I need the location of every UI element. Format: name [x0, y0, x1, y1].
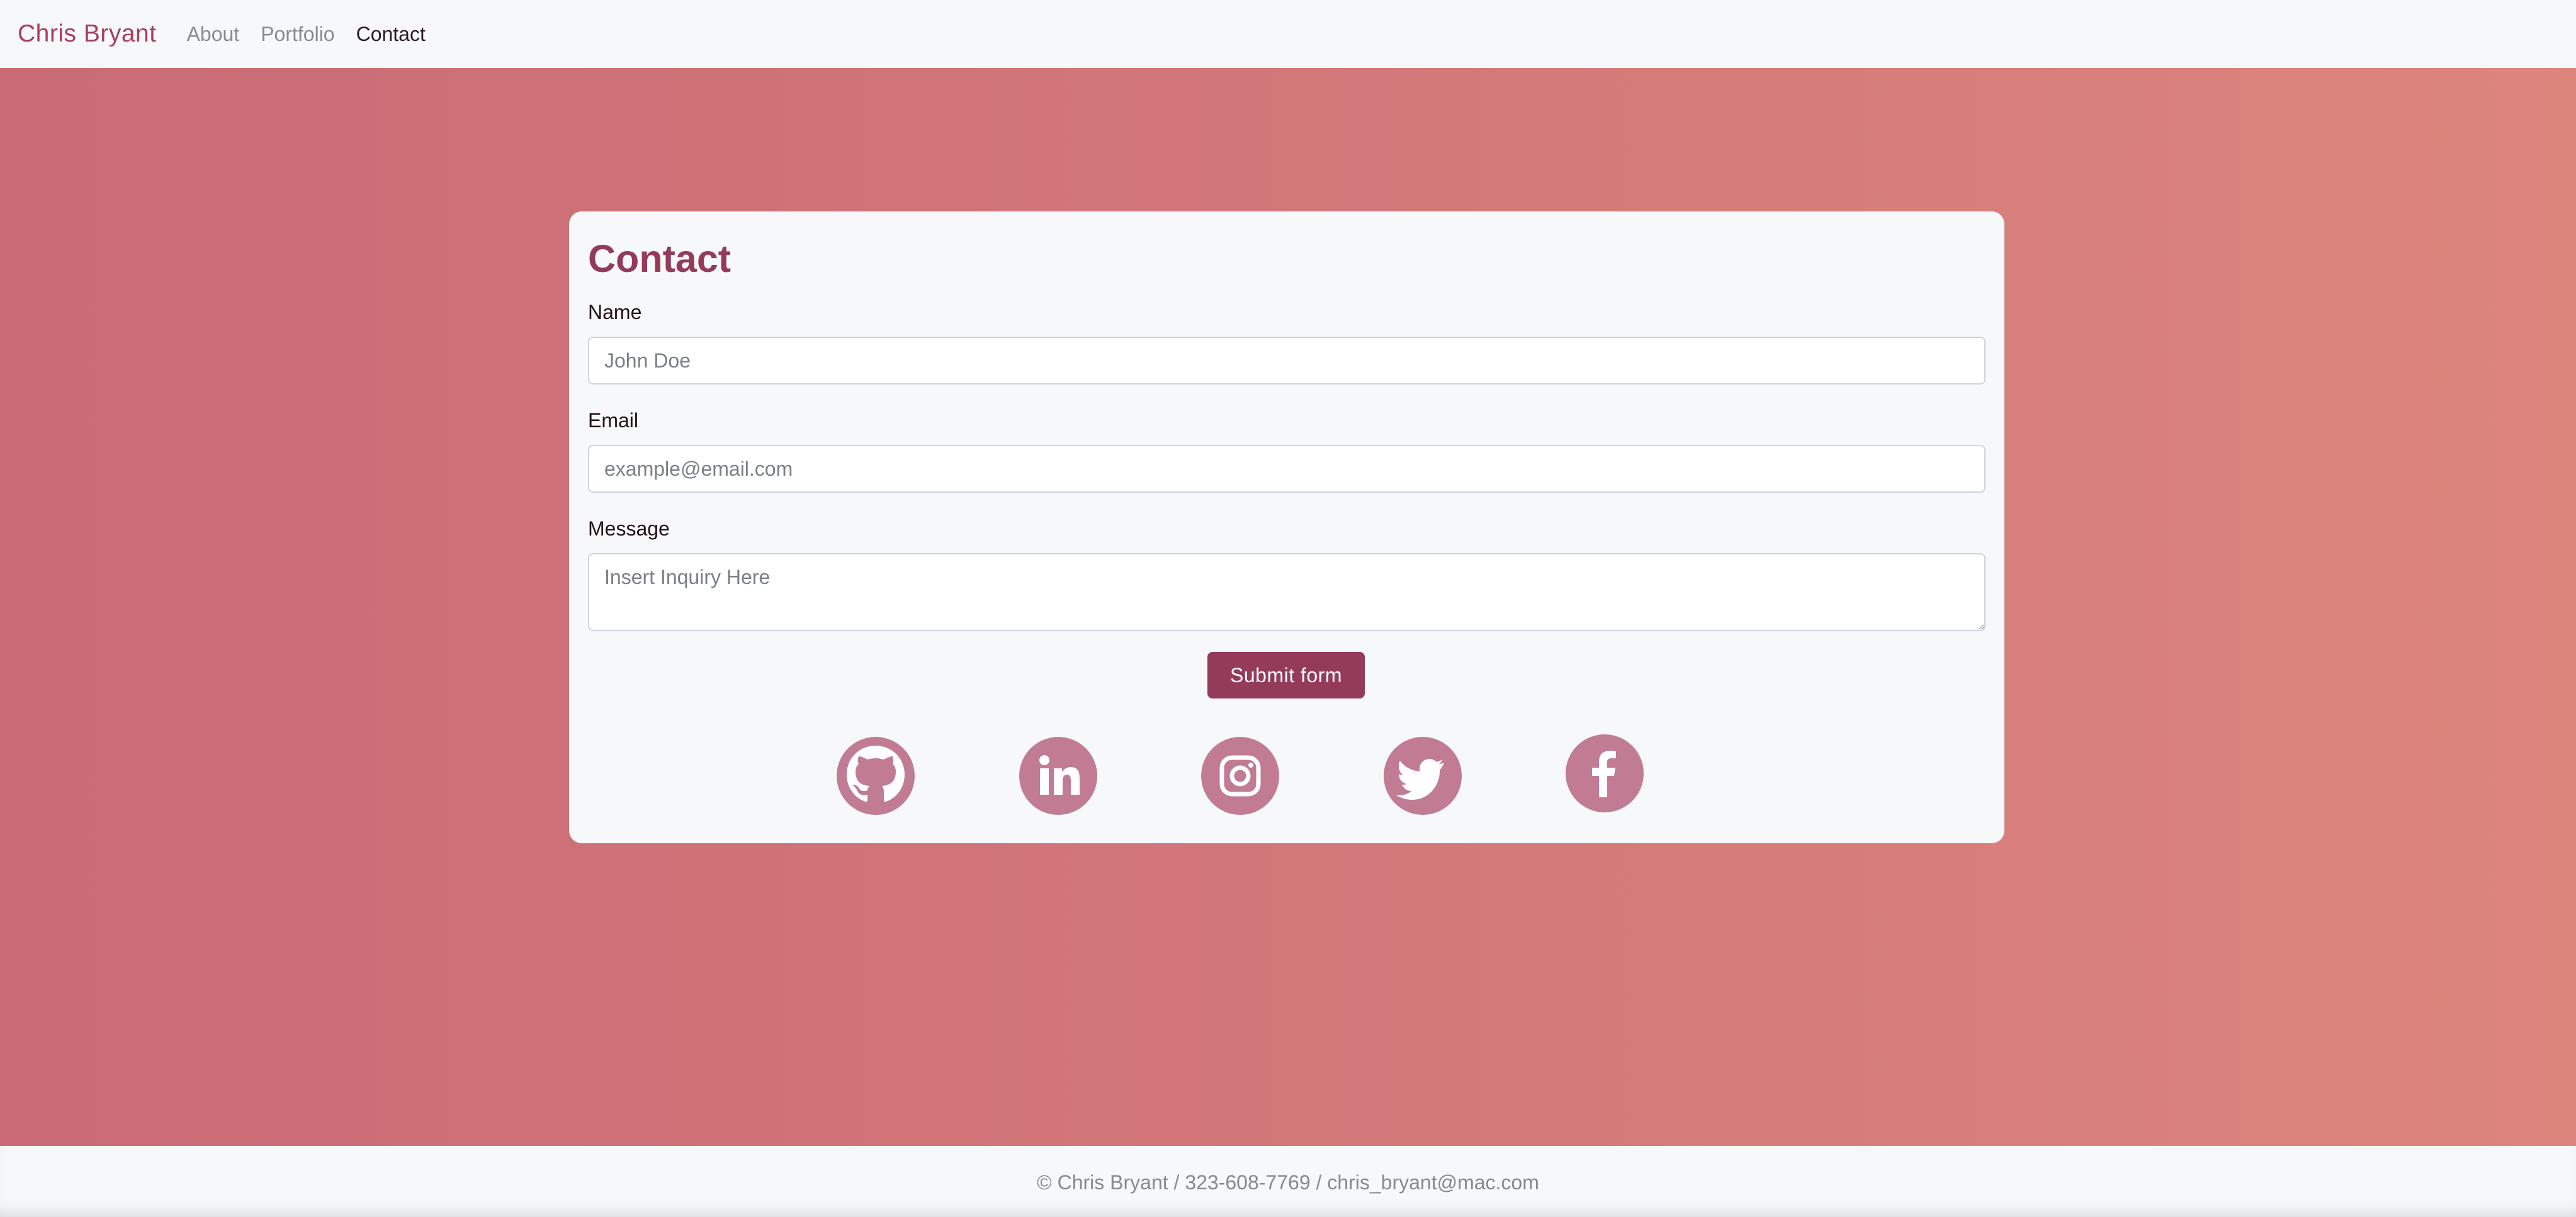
instagram-icon [1219, 755, 1261, 797]
linkedin-icon [1039, 755, 1080, 795]
facebook-link[interactable] [1566, 734, 1644, 812]
submit-button[interactable]: Submit form [1207, 652, 1365, 698]
github-icon [847, 746, 905, 802]
twitter-icon [1396, 759, 1444, 800]
nav-link-contact[interactable]: Contact [356, 23, 426, 46]
nav-link-portfolio[interactable]: Portfolio [261, 23, 334, 46]
facebook-icon [1592, 751, 1616, 797]
page-title: Contact [588, 237, 732, 280]
email-input[interactable] [588, 445, 1986, 493]
footer-text: © Chris Bryant / 323-608-7769 / chris_br… [1037, 1171, 1539, 1194]
linkedin-link[interactable] [1019, 737, 1097, 815]
instagram-link[interactable] [1201, 737, 1279, 815]
main-section: Contact Name Email Message Submit form [0, 68, 2576, 1146]
contact-card: Contact Name Email Message Submit form [569, 211, 2004, 843]
email-label: Email [588, 409, 639, 432]
brand-link[interactable]: Chris Bryant [18, 20, 157, 48]
message-textarea[interactable] [588, 553, 1986, 631]
navbar: Chris Bryant About Portfolio Contact [0, 0, 2576, 68]
nav-link-about[interactable]: About [187, 23, 240, 46]
twitter-link[interactable] [1384, 737, 1462, 815]
name-label: Name [588, 301, 642, 323]
message-label: Message [588, 517, 670, 540]
name-input[interactable] [588, 337, 1986, 384]
footer: © Chris Bryant / 323-608-7769 / chris_br… [0, 1146, 2576, 1217]
github-link[interactable] [837, 737, 915, 815]
